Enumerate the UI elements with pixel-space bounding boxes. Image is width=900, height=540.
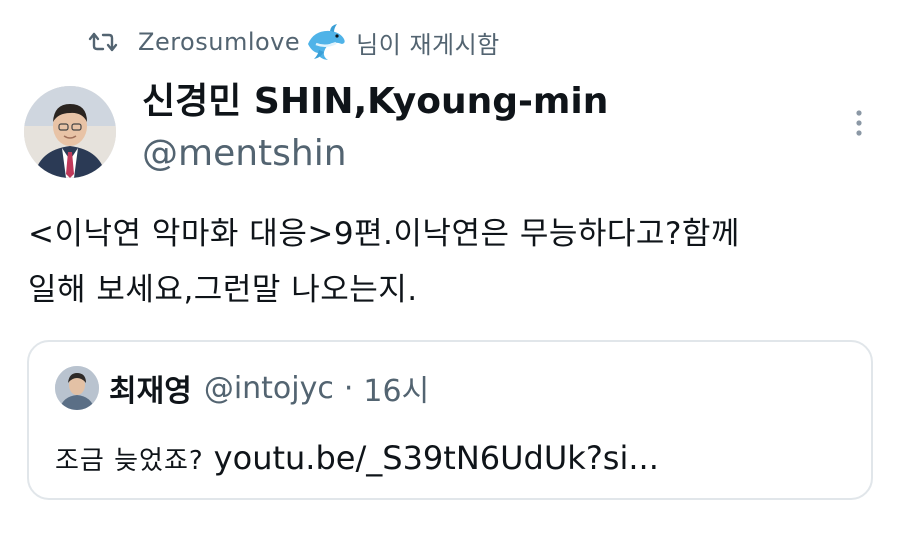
retweet-icon	[88, 32, 118, 52]
quote-header: 최재영 @intojyc · 16시	[109, 366, 429, 410]
retweet-header: Zerosumlove 님이 재게시함	[88, 22, 500, 62]
retweet-suffix: 님이 재게시함	[356, 30, 500, 59]
quote-avatar-image	[55, 366, 99, 410]
quote-text-korean: 조금 늦었죠?	[55, 446, 204, 476]
quote-avatar[interactable]	[55, 366, 99, 410]
quoted-tweet-card[interactable]: 최재영 @intojyc · 16시 조금 늦었죠? youtu.be/_S39t…	[27, 340, 873, 500]
tweet-text-line-2: 일해 보세요,그런말 나오는지.	[28, 272, 418, 308]
tweet-text: <이낙연 악마화 대응>9편.이낙연은 무능하다고?함께 일해 보세요,그런말 …	[28, 206, 868, 318]
retweet-user[interactable]: Zerosumlove	[138, 28, 300, 56]
dolphin-icon	[308, 24, 345, 60]
quote-text: 조금 늦었죠? youtu.be/_S39tN6UdUk?si...	[55, 434, 659, 485]
quote-author-name[interactable]: 최재영	[109, 366, 192, 410]
author-handle[interactable]: @mentshin	[142, 132, 347, 176]
avatar-image	[24, 86, 116, 178]
quote-timestamp[interactable]: 16시	[363, 366, 429, 410]
quote-link[interactable]: youtu.be/_S39tN6UdUk?si...	[214, 439, 659, 477]
avatar[interactable]	[24, 86, 116, 178]
tweet-text-line-1: <이낙연 악마화 대응>9편.이낙연은 무능하다고?함께	[28, 216, 740, 252]
author-display-name[interactable]: 신경민 SHIN,Kyoung-min	[142, 80, 608, 124]
quote-author-handle[interactable]: @intojyc	[204, 371, 334, 406]
quote-separator: ·	[343, 370, 354, 406]
more-options-icon[interactable]	[854, 108, 864, 138]
